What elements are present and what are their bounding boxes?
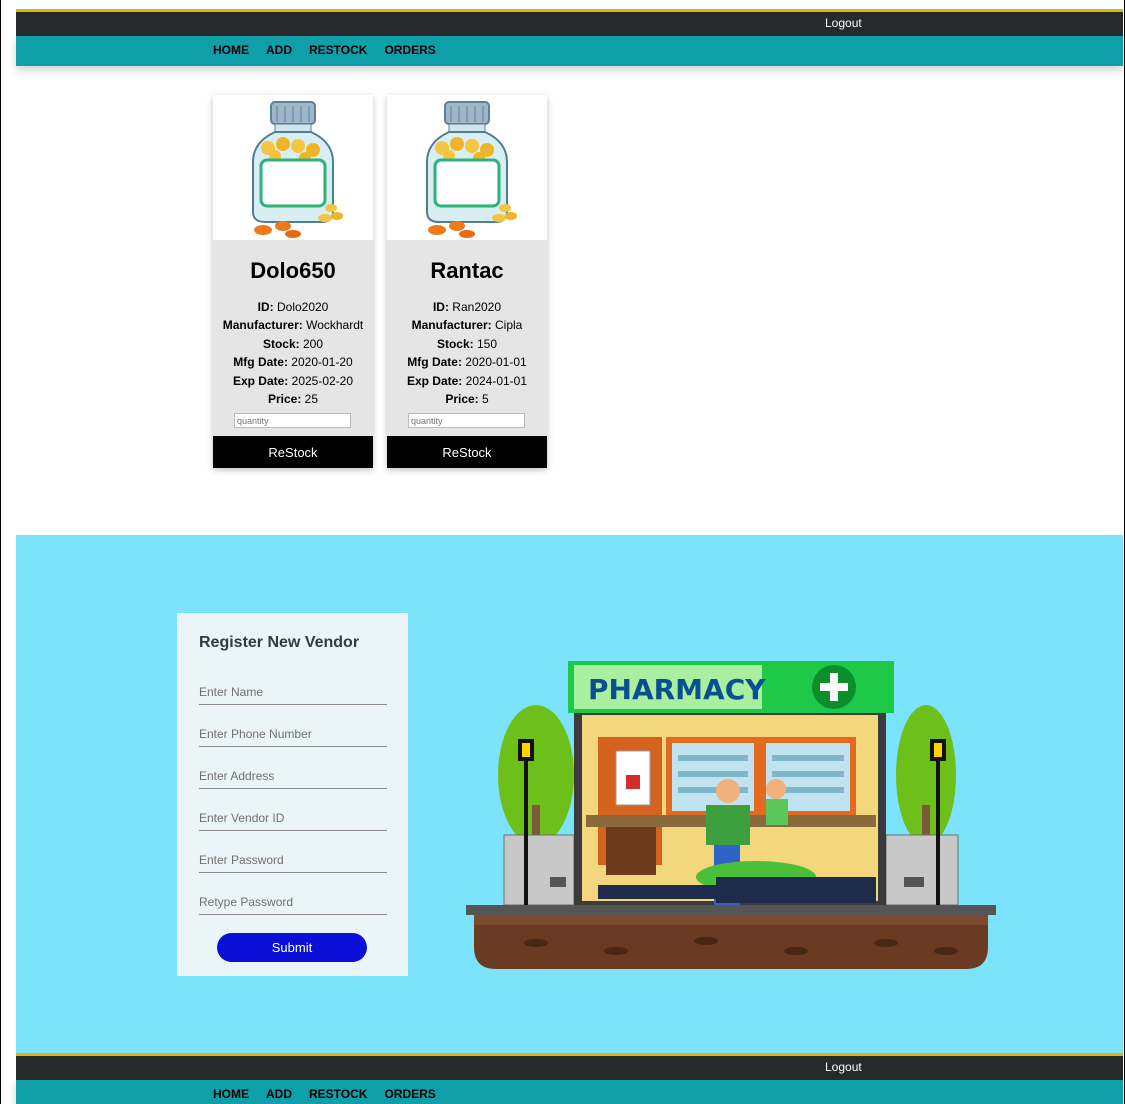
product-cards: Dolo650 ID: Dolo2020 Manufacturer: Wockh… [213, 95, 547, 468]
nav-home[interactable]: HOME [213, 43, 249, 57]
top-bar: Logout [16, 9, 1123, 36]
nav-orders[interactable]: ORDERS [384, 43, 435, 57]
vendor-form: Register New Vendor Submit [177, 613, 408, 976]
nav-restock[interactable]: RESTOCK [309, 43, 367, 57]
stock-value: 150 [473, 336, 498, 351]
manufacturer-value: Cipla [491, 318, 523, 333]
exp-date-label: Exp Date: [406, 373, 463, 388]
bottom-nav: HOME ADD RESTOCK ORDERS [16, 1080, 1123, 1104]
address-input[interactable] [199, 769, 387, 783]
stock-label: Stock: [436, 336, 474, 351]
address-field-wrap [199, 747, 387, 789]
price-label: Price: [267, 392, 302, 407]
id-value: Ran2020 [448, 300, 502, 314]
exp-date-value: 2025-02-20 [288, 373, 354, 388]
nav-orders-bottom[interactable]: ORDERS [384, 1087, 435, 1101]
pharmacy-illustration: PHARMACY [466, 661, 996, 969]
name-input[interactable] [199, 685, 387, 699]
stock-value: 200 [299, 336, 324, 351]
vendor-id-field-wrap [199, 789, 387, 831]
id-value: Dolo2020 [273, 300, 329, 314]
price-value: 25 [301, 392, 319, 407]
medicine-jar-image [213, 95, 373, 240]
nav-restock-bottom[interactable]: RESTOCK [309, 1087, 367, 1101]
stock-label: Stock: [262, 336, 300, 351]
retype-password-input[interactable] [199, 895, 387, 909]
manufacturer-value: Wockhardt [302, 318, 364, 333]
bottom-top-bar: Logout [16, 1053, 1123, 1080]
product-info: ID: Ran2020 Manufacturer: Cipla Stock: 1… [387, 298, 547, 408]
restock-button[interactable]: ReStock [387, 436, 547, 468]
product-info: ID: Dolo2020 Manufacturer: Wockhardt Sto… [213, 298, 373, 408]
price-value: 5 [478, 392, 489, 407]
nav-add-bottom[interactable]: ADD [266, 1087, 292, 1101]
exp-date-label: Exp Date: [232, 373, 289, 388]
phone-field-wrap [199, 705, 387, 747]
exp-date-value: 2024-01-01 [462, 373, 528, 388]
sign-text: PHARMACY [588, 673, 766, 706]
nav-add[interactable]: ADD [266, 43, 292, 57]
mfg-date-value: 2020-01-01 [461, 355, 527, 370]
retype-password-field-wrap [199, 873, 387, 915]
mfg-date-label: Mfg Date: [407, 355, 462, 370]
price-label: Price: [445, 392, 479, 407]
restock-button[interactable]: ReStock [213, 436, 373, 468]
mfg-date-label: Mfg Date: [233, 355, 288, 370]
password-input[interactable] [199, 853, 387, 867]
logout-link-bottom[interactable]: Logout [825, 1060, 862, 1074]
quantity-input[interactable] [408, 413, 525, 429]
product-card: Rantac ID: Ran2020 Manufacturer: Cipla S… [387, 95, 547, 468]
id-label: ID: [257, 300, 274, 314]
name-field-wrap [199, 663, 387, 705]
phone-input[interactable] [199, 727, 387, 741]
medicine-jar-image [387, 95, 547, 240]
nav-home-bottom[interactable]: HOME [213, 1087, 249, 1101]
submit-button[interactable]: Submit [217, 933, 367, 962]
password-field-wrap [199, 831, 387, 873]
product-name: Rantac [430, 258, 504, 283]
mfg-date-value: 2020-01-20 [287, 355, 353, 370]
main-nav: HOME ADD RESTOCK ORDERS [16, 36, 1123, 66]
vendor-id-input[interactable] [199, 811, 387, 825]
quantity-input[interactable] [234, 413, 351, 429]
product-name: Dolo650 [250, 258, 336, 283]
product-card: Dolo650 ID: Dolo2020 Manufacturer: Wockh… [213, 95, 373, 468]
logout-link[interactable]: Logout [825, 16, 862, 30]
manufacturer-label: Manufacturer: [411, 318, 492, 333]
id-label: ID: [432, 300, 449, 314]
vendor-banner: Register New Vendor Submit [16, 535, 1123, 1055]
form-title: Register New Vendor [199, 634, 360, 651]
manufacturer-label: Manufacturer: [222, 318, 303, 333]
